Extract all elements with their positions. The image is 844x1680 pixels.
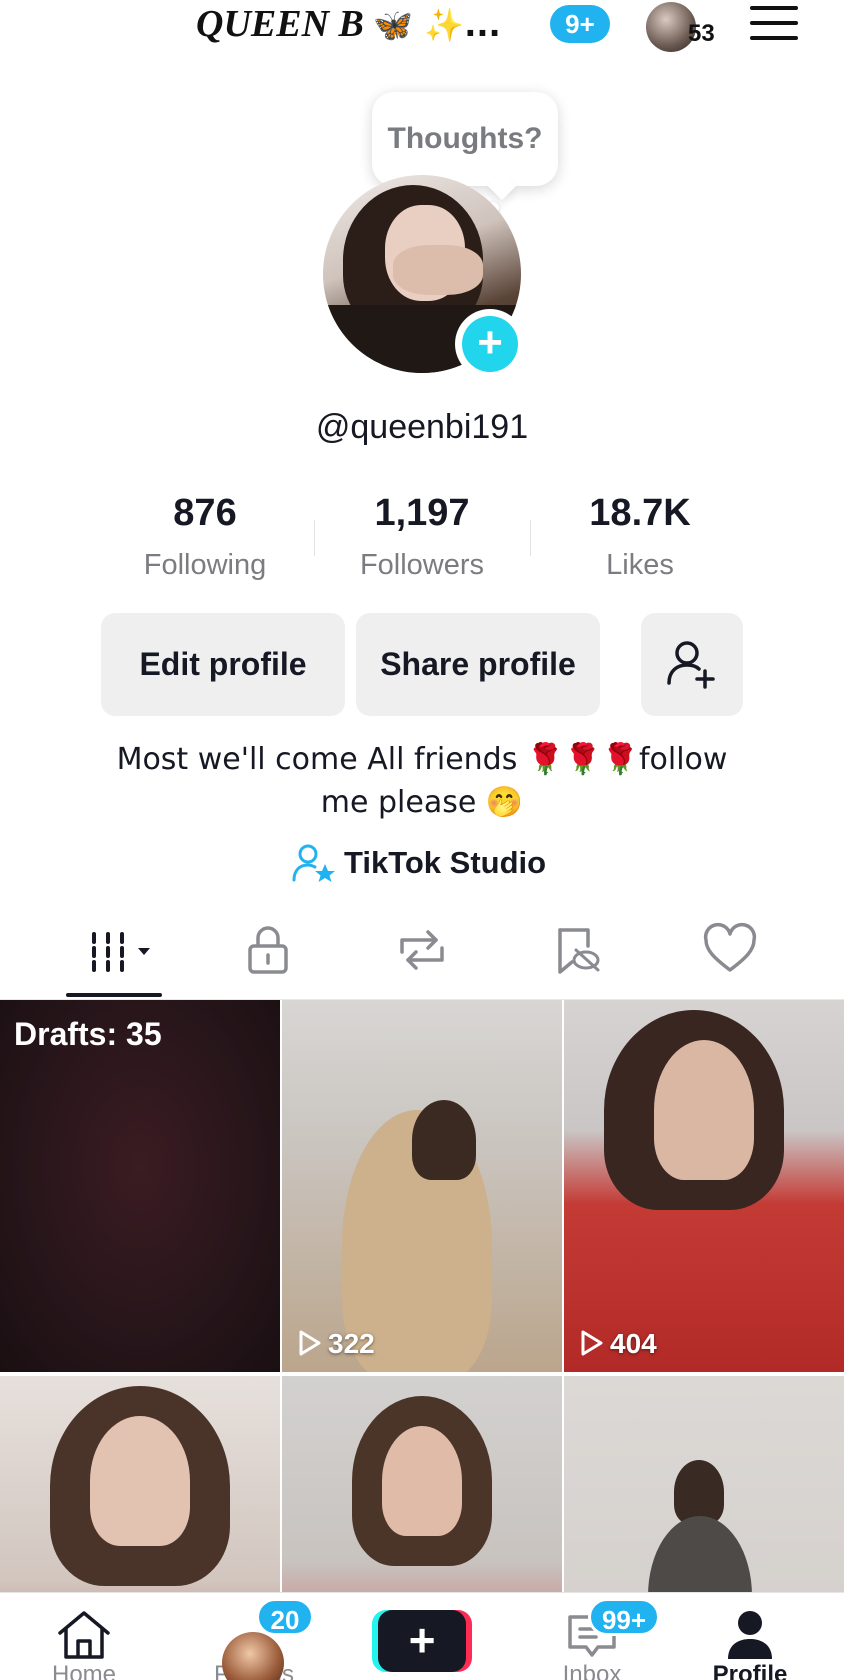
likes-label: Likes [606,549,674,581]
hamburger-menu-icon[interactable] [750,6,798,42]
tiktok-studio-link[interactable]: TikTok Studio [292,840,546,882]
add-friends-button[interactable] [641,613,743,716]
share-profile-button[interactable]: Share profile [356,613,600,716]
stat-divider [530,520,531,556]
tab-videos[interactable] [88,922,164,978]
top-header: QUEEN B 🦋 ✨... 9+ 53 [0,0,844,56]
nav-inbox-label: Inbox [562,1661,622,1680]
play-icon [581,1330,603,1356]
account-count: 53 [688,20,715,47]
friends-badge: 20 [256,1598,314,1636]
thoughts-bubble[interactable]: Thoughts? [372,92,558,186]
following-stat[interactable]: 876 Following [105,492,305,582]
lock-icon [248,926,288,974]
content-tabs [0,900,844,1000]
create-plus-icon: + [378,1610,466,1672]
notifications-badge[interactable]: 9+ [550,5,610,43]
create-button[interactable]: + [372,1610,472,1672]
grid-dropdown-icon [92,932,150,972]
followers-count: 1,197 [374,492,470,534]
video-tile[interactable]: 404 [564,1000,844,1372]
username: @queenbi191 [315,408,529,446]
home-icon [58,1611,110,1659]
studio-label: TikTok Studio [344,844,547,880]
inbox-badge: 99+ [588,1598,660,1636]
bookmark-hidden-icon [558,928,600,974]
tab-hidden[interactable] [548,922,608,978]
tab-reposts[interactable] [392,922,452,978]
add-user-icon [667,641,715,689]
video-tile[interactable]: 322 [282,1000,562,1372]
account-switcher[interactable]: QUEEN B 🦋 ✨... [196,2,501,46]
profile-icon [728,1611,772,1659]
followers-label: Followers [359,549,485,581]
view-count: 322 [298,1328,375,1360]
profile-bio: Most we'll come All friends 🌹🌹🌹follow me… [80,738,764,824]
followers-stat[interactable]: 1,197 Followers [322,492,522,582]
following-count: 876 [173,492,237,534]
nav-home-label: Home [51,1661,117,1680]
stat-divider [314,520,315,556]
play-icon [299,1330,321,1356]
heart-icon [703,922,757,972]
bio-line-2: me please 🤭 [320,785,524,820]
add-story-button[interactable]: + [455,309,525,379]
drafts-label: Drafts: 35 [14,1016,162,1052]
tab-liked[interactable] [700,922,760,978]
studio-user-star-icon [292,844,335,882]
following-label: Following [143,549,267,581]
view-count-value: 404 [610,1328,657,1359]
nav-profile[interactable]: Profile [670,1593,830,1680]
repost-icon [400,930,444,970]
likes-stat[interactable]: 18.7K Likes [540,492,740,582]
plus-icon: + [462,316,518,372]
view-count-value: 322 [328,1328,375,1359]
nav-home[interactable]: Home [4,1593,164,1680]
edit-profile-button[interactable]: Edit profile [101,613,345,716]
drafts-tile[interactable]: Drafts: 35 [0,1000,280,1372]
likes-count: 18.7K [589,492,691,534]
nav-profile-label: Profile [712,1661,788,1680]
tab-private[interactable] [238,922,298,978]
view-count: 404 [580,1328,657,1360]
bio-line-1: Most we'll come All friends 🌹🌹🌹follow [116,742,728,777]
account-name: QUEEN B [196,3,364,45]
account-name-emojis: 🦋 ✨... [373,6,501,44]
active-tab-indicator [66,993,162,997]
